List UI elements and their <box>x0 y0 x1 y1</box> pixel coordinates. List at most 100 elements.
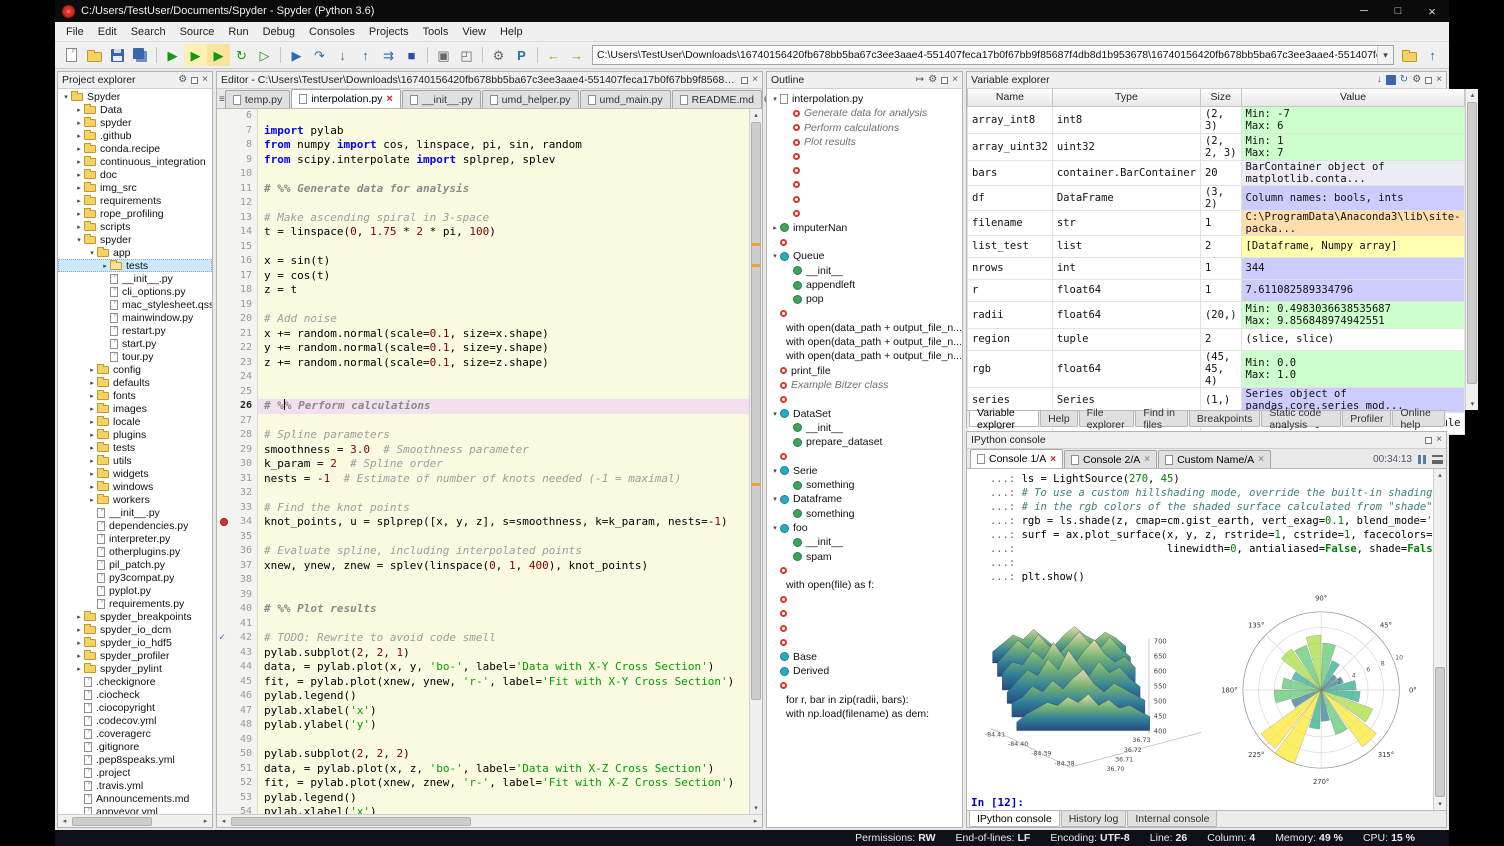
tab-variable-explorer[interactable]: Variable explorer <box>969 411 1039 427</box>
project-tree-item[interactable]: ▸img_src <box>58 181 212 194</box>
line-number[interactable]: 41 <box>217 617 258 632</box>
close-icon[interactable]: × <box>1436 435 1442 445</box>
line-number[interactable]: 36 <box>217 544 258 559</box>
scroll-up-icon[interactable]: ▴ <box>750 109 762 121</box>
project-tree-item[interactable]: ▸spyder_breakpoints <box>58 610 212 623</box>
menu-edit[interactable]: Edit <box>91 24 124 40</box>
code-line[interactable]: 28# Spline parameters <box>217 428 749 443</box>
console-menu-icon[interactable] <box>1432 455 1443 464</box>
project-tree-item[interactable]: ▸images <box>58 402 212 415</box>
tree-collapse-icon[interactable]: ▾ <box>74 236 84 244</box>
scrollbar-thumb[interactable] <box>1435 667 1445 797</box>
tree-expand-icon[interactable]: ▸ <box>87 496 97 504</box>
code-line[interactable]: 26# %% Perform calculations <box>217 399 749 414</box>
line-number[interactable]: 30 <box>217 457 258 472</box>
project-tree-item[interactable]: ▸fonts <box>58 389 212 402</box>
outline-item[interactable] <box>767 592 962 606</box>
project-tree-item[interactable]: ▸spyder <box>58 116 212 129</box>
close-icon[interactable]: × <box>1436 75 1442 85</box>
project-tree-item[interactable]: ▸locale <box>58 415 212 428</box>
code-line[interactable]: 8from numpy import cos, linspace, pi, si… <box>217 138 749 153</box>
console-tab-console-2-a[interactable]: Console 2/A× <box>1064 450 1157 468</box>
step-return-button[interactable]: ↑ <box>354 44 377 66</box>
line-number[interactable]: 21 <box>217 327 258 342</box>
tree-expand-icon[interactable]: ▸ <box>87 431 97 439</box>
column-header-name[interactable]: Name <box>968 89 1053 106</box>
code-line[interactable]: 35 <box>217 530 749 545</box>
stop-button[interactable]: ■ <box>400 44 423 66</box>
tree-expand-icon[interactable]: ▸ <box>74 652 84 660</box>
variable-row[interactable]: seriesSeries(1,)Series object of pandas.… <box>968 387 1465 412</box>
scrollbar-thumb[interactable] <box>1467 102 1477 384</box>
menu-view[interactable]: View <box>455 24 493 40</box>
code-line[interactable]: 34knot_points, u = splprep([x, y, z], s=… <box>217 515 749 530</box>
pause-icon[interactable] <box>1418 455 1426 464</box>
tree-expand-icon[interactable]: ▸ <box>74 184 84 192</box>
outline-item[interactable] <box>767 149 962 163</box>
variable-row[interactable]: filenamestr1C:\ProgramData\Anaconda3\lib… <box>968 210 1465 235</box>
tree-expand-icon[interactable]: ▸ <box>74 223 84 231</box>
variable-row[interactable]: array_uint32uint32(2, 2, 3)Min: 1 Max: 7 <box>968 133 1465 160</box>
code-line[interactable]: 15 <box>217 240 749 255</box>
code-line[interactable]: 27 <box>217 414 749 429</box>
variable-value[interactable]: Column names: bools, ints <box>1241 185 1465 210</box>
line-number[interactable]: 8 <box>217 138 258 153</box>
pythonpath-button[interactable]: P <box>510 44 533 66</box>
line-number[interactable]: 9 <box>217 153 258 168</box>
tree-collapse-icon[interactable]: ▾ <box>770 252 780 260</box>
close-button[interactable]: × <box>1415 0 1449 22</box>
project-tree-item[interactable]: pil_patch.py <box>58 558 212 571</box>
project-tree-item[interactable]: ▸plugins <box>58 428 212 441</box>
scroll-up-icon[interactable]: ▴ <box>1466 89 1478 101</box>
tree-expand-icon[interactable]: ▸ <box>87 483 97 491</box>
step-over-button[interactable]: ↷ <box>308 44 331 66</box>
code-line[interactable]: 18z = t <box>217 283 749 298</box>
rerun-cell-button[interactable]: ↻ <box>230 44 253 66</box>
tree-collapse-icon[interactable]: ▾ <box>770 410 780 418</box>
code-line[interactable]: 50pylab.subplot(2, 2, 2) <box>217 747 749 762</box>
variable-value[interactable]: Min: -7 Max: 6 <box>1241 106 1465 133</box>
code-line[interactable]: 14t = linspace(0, 1.75 * 2 * pi, 100) <box>217 225 749 240</box>
project-tree-item[interactable]: .ciocheck <box>58 688 212 701</box>
outline-item[interactable] <box>767 235 962 249</box>
tree-collapse-icon[interactable]: ▾ <box>770 95 780 103</box>
scroll-left-icon[interactable]: ◂ <box>58 815 71 827</box>
step-into-button[interactable]: ↓ <box>331 44 354 66</box>
line-number[interactable]: 45 <box>217 675 258 690</box>
chevron-down-icon[interactable]: ▾ <box>1377 46 1393 64</box>
outline-item[interactable] <box>767 178 962 192</box>
tree-expand-icon[interactable]: ▸ <box>74 145 84 153</box>
code-area[interactable]: 67import pylab8from numpy import cos, li… <box>217 109 749 814</box>
outline-item[interactable]: __init__ <box>767 535 962 549</box>
outline-item[interactable]: spam <box>767 550 962 564</box>
line-number[interactable]: 42✓ <box>217 631 258 646</box>
outline-item[interactable]: ▸imputerNan <box>767 221 962 235</box>
project-tree-item[interactable]: ▸defaults <box>58 376 212 389</box>
variable-row[interactable]: rfloat6417.611082589334796 <box>968 279 1465 301</box>
line-number[interactable]: 22 <box>217 341 258 356</box>
menu-help[interactable]: Help <box>493 24 530 40</box>
minimize-button[interactable]: ─ <box>1347 0 1381 22</box>
code-line[interactable]: 51data, = pylab.plot(x, z, 'bo-', label=… <box>217 762 749 777</box>
tree-collapse-icon[interactable]: ▾ <box>770 495 780 503</box>
tree-expand-icon[interactable]: ▸ <box>87 457 97 465</box>
code-line[interactable]: 25 <box>217 385 749 400</box>
console-tab-custom-name-a[interactable]: Custom Name/A× <box>1158 450 1271 468</box>
line-number[interactable]: 14 <box>217 225 258 240</box>
menu-tools[interactable]: Tools <box>416 24 456 40</box>
code-line[interactable]: 36# Evaluate spline, including interpola… <box>217 544 749 559</box>
code-line[interactable]: 13# Make ascending spiral in 3-space <box>217 211 749 226</box>
outline-item[interactable]: ▾DataSet <box>767 407 962 421</box>
variable-value[interactable]: [Dataframe, Numpy array] <box>1241 235 1465 257</box>
outline-item[interactable]: ▾interpolation.py <box>767 92 962 106</box>
variable-row[interactable]: barscontainer.BarContainer20BarContainer… <box>968 160 1465 185</box>
tree-expand-icon[interactable]: ▸ <box>87 405 97 413</box>
code-line[interactable]: 46pylab.legend() <box>217 689 749 704</box>
line-number[interactable]: 31 <box>217 472 258 487</box>
tab-find-in-files[interactable]: Find in files <box>1135 411 1188 427</box>
console-content[interactable]: ...: ls = LightSource(270, 45) ...: # To… <box>967 469 1433 810</box>
float-icon[interactable] <box>941 77 948 84</box>
code-line[interactable]: 24 <box>217 370 749 385</box>
maximize-button[interactable]: □ <box>1381 0 1415 22</box>
next-button[interactable]: → <box>565 44 588 66</box>
